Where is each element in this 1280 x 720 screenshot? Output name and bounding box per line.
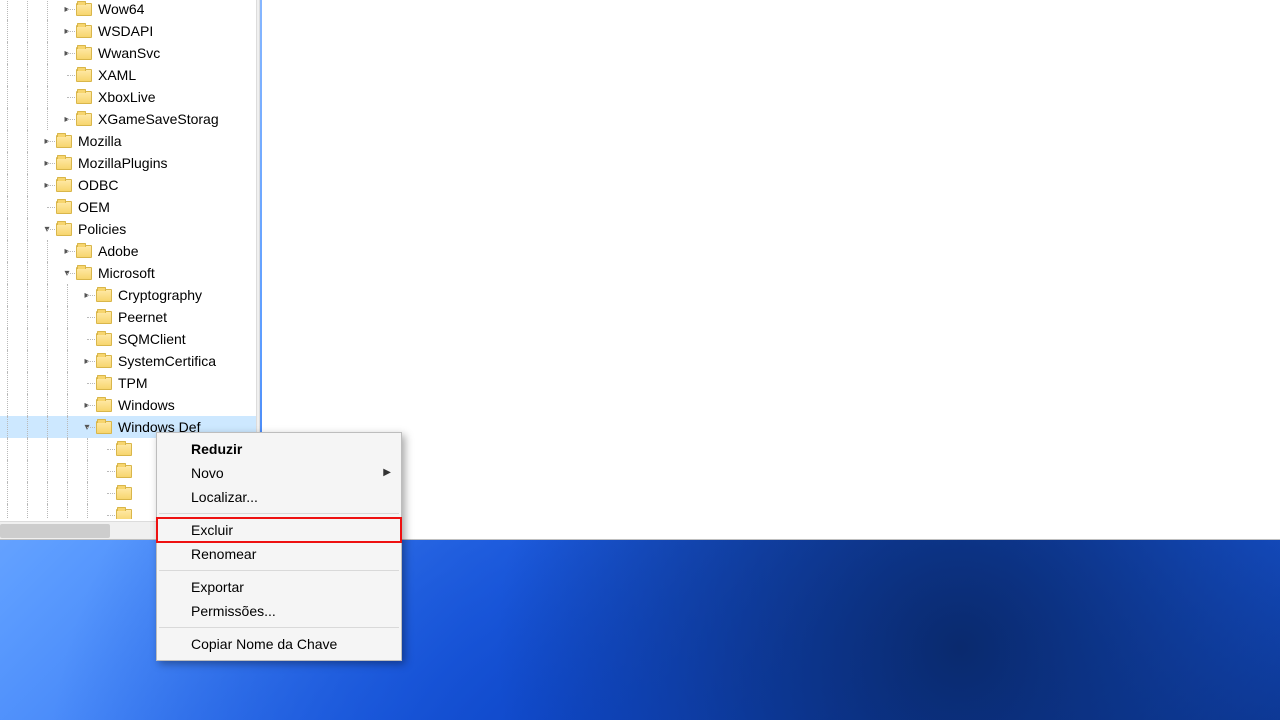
menu-separator [159, 513, 399, 514]
tree-item[interactable]: ▸Adobe [0, 240, 259, 262]
folder-icon [116, 443, 132, 456]
menu-label: Reduzir [191, 441, 242, 457]
folder-icon [96, 311, 112, 324]
menu-item-rename[interactable]: Renomear [157, 542, 401, 566]
tree-item[interactable]: ▸XboxLive [0, 86, 259, 108]
tree-item-label: SQMClient [116, 331, 188, 347]
tree-item[interactable]: ▸Wow64 [0, 0, 259, 20]
tree-item[interactable]: ▸WSDAPI [0, 20, 259, 42]
menu-separator [159, 627, 399, 628]
folder-icon [76, 91, 92, 104]
folder-icon [76, 3, 92, 16]
tree-item-label: OEM [76, 199, 112, 215]
menu-label: Localizar... [191, 489, 258, 505]
tree-item-label: XGameSaveStorag [96, 111, 221, 127]
regedit-values-pane[interactable] [262, 0, 1280, 540]
tree-item[interactable]: ▸XAML [0, 64, 259, 86]
tree-item[interactable]: ▸SystemCertifica [0, 350, 259, 372]
tree-item-label: Wow64 [96, 1, 146, 17]
menu-item-new[interactable]: Novo ▶ [157, 461, 401, 485]
folder-icon [96, 289, 112, 302]
folder-icon [96, 333, 112, 346]
menu-item-permissions[interactable]: Permissões... [157, 599, 401, 623]
menu-item-find[interactable]: Localizar... [157, 485, 401, 509]
folder-icon [116, 487, 132, 500]
menu-label: Renomear [191, 546, 256, 562]
folder-icon [76, 113, 92, 126]
tree-item[interactable]: ▸Mozilla [0, 130, 259, 152]
tree-item-label: Adobe [96, 243, 140, 259]
tree-item-label: WwanSvc [96, 45, 162, 61]
tree-item[interactable]: ▸MozillaPlugins [0, 152, 259, 174]
folder-icon [56, 179, 72, 192]
folder-icon [76, 245, 92, 258]
tree-item-label: TPM [116, 375, 150, 391]
folder-icon [56, 157, 72, 170]
tree-item[interactable]: ▸TPM [0, 372, 259, 394]
tree-item-label: Mozilla [76, 133, 124, 149]
menu-label: Permissões... [191, 603, 276, 619]
menu-item-delete[interactable]: Excluir [157, 518, 401, 542]
tree-item-label: ODBC [76, 177, 120, 193]
folder-icon [56, 135, 72, 148]
tree-item-label: Windows [116, 397, 177, 413]
menu-label: Excluir [191, 522, 233, 538]
tree-item-label: Policies [76, 221, 128, 237]
tree-item-label: MozillaPlugins [76, 155, 169, 171]
tree-item[interactable]: ▸Peernet [0, 306, 259, 328]
folder-icon [76, 69, 92, 82]
folder-icon [76, 47, 92, 60]
folder-icon [96, 399, 112, 412]
tree-item[interactable]: ▾Microsoft [0, 262, 259, 284]
tree-item[interactable]: ▸OEM [0, 196, 259, 218]
tree-item-label: Peernet [116, 309, 169, 325]
tree-item[interactable]: ▾Policies [0, 218, 259, 240]
tree-item[interactable]: ▸Windows [0, 394, 259, 416]
tree-item-label: XAML [96, 67, 138, 83]
menu-item-reduce[interactable]: Reduzir [157, 437, 401, 461]
tree-item[interactable]: ▸XGameSaveStorag [0, 108, 259, 130]
folder-icon [116, 465, 132, 478]
folder-icon [96, 377, 112, 390]
tree-item[interactable]: ▸ODBC [0, 174, 259, 196]
tree-item-label: WSDAPI [96, 23, 155, 39]
context-menu: Reduzir Novo ▶ Localizar... Excluir Renom… [156, 432, 402, 661]
folder-icon [56, 223, 72, 236]
tree-item-label: Microsoft [96, 265, 157, 281]
folder-icon [116, 509, 132, 520]
scrollbar-thumb[interactable] [0, 524, 110, 538]
menu-label: Exportar [191, 579, 244, 595]
folder-icon [76, 25, 92, 38]
submenu-arrow-icon: ▶ [383, 461, 391, 485]
tree-item[interactable]: ▸Cryptography [0, 284, 259, 306]
tree-item[interactable]: ▸SQMClient [0, 328, 259, 350]
folder-icon [56, 201, 72, 214]
folder-icon [96, 355, 112, 368]
tree-item-label: SystemCertifica [116, 353, 218, 369]
menu-label: Novo [191, 465, 224, 481]
folder-icon [96, 421, 112, 434]
menu-item-export[interactable]: Exportar [157, 575, 401, 599]
menu-separator [159, 570, 399, 571]
tree-item-label: XboxLive [96, 89, 158, 105]
menu-label: Copiar Nome da Chave [191, 636, 337, 652]
menu-item-copy-key[interactable]: Copiar Nome da Chave [157, 632, 401, 656]
tree-item[interactable]: ▸WwanSvc [0, 42, 259, 64]
tree-item-label: Cryptography [116, 287, 204, 303]
folder-icon [76, 267, 92, 280]
